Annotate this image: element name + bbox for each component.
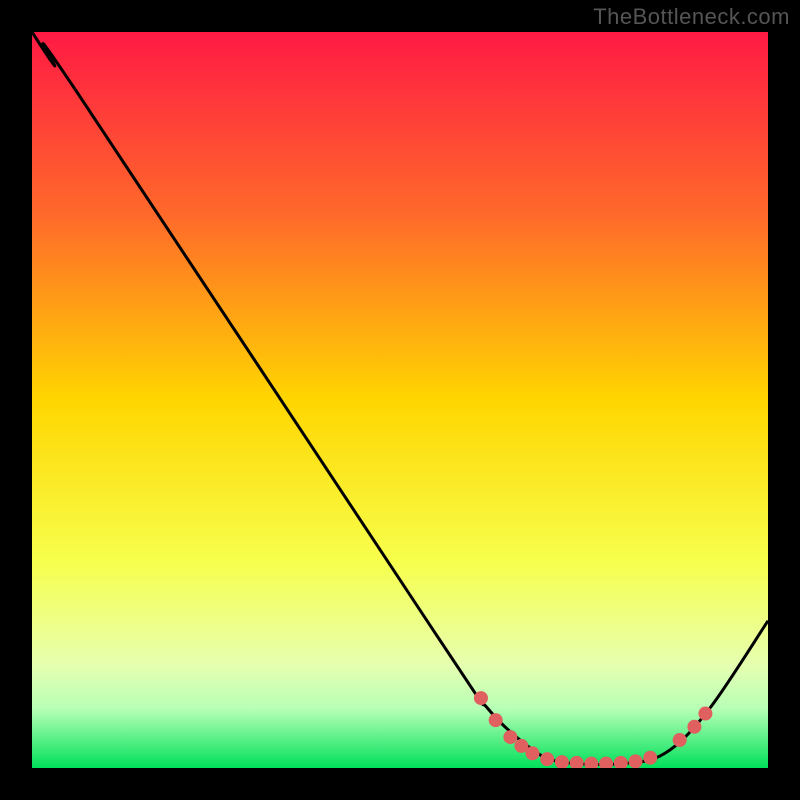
data-marker <box>503 730 517 744</box>
watermark-text: TheBottleneck.com <box>593 4 790 30</box>
data-marker <box>643 751 657 765</box>
data-marker <box>540 752 554 766</box>
data-marker <box>489 713 503 727</box>
gradient-background <box>32 32 768 768</box>
plot-area <box>32 32 768 768</box>
data-marker <box>698 707 712 721</box>
data-marker <box>629 754 643 768</box>
chart-svg <box>32 32 768 768</box>
data-marker <box>525 746 539 760</box>
data-marker <box>673 733 687 747</box>
data-marker <box>687 720 701 734</box>
chart-frame: TheBottleneck.com <box>0 0 800 800</box>
data-marker <box>474 691 488 705</box>
